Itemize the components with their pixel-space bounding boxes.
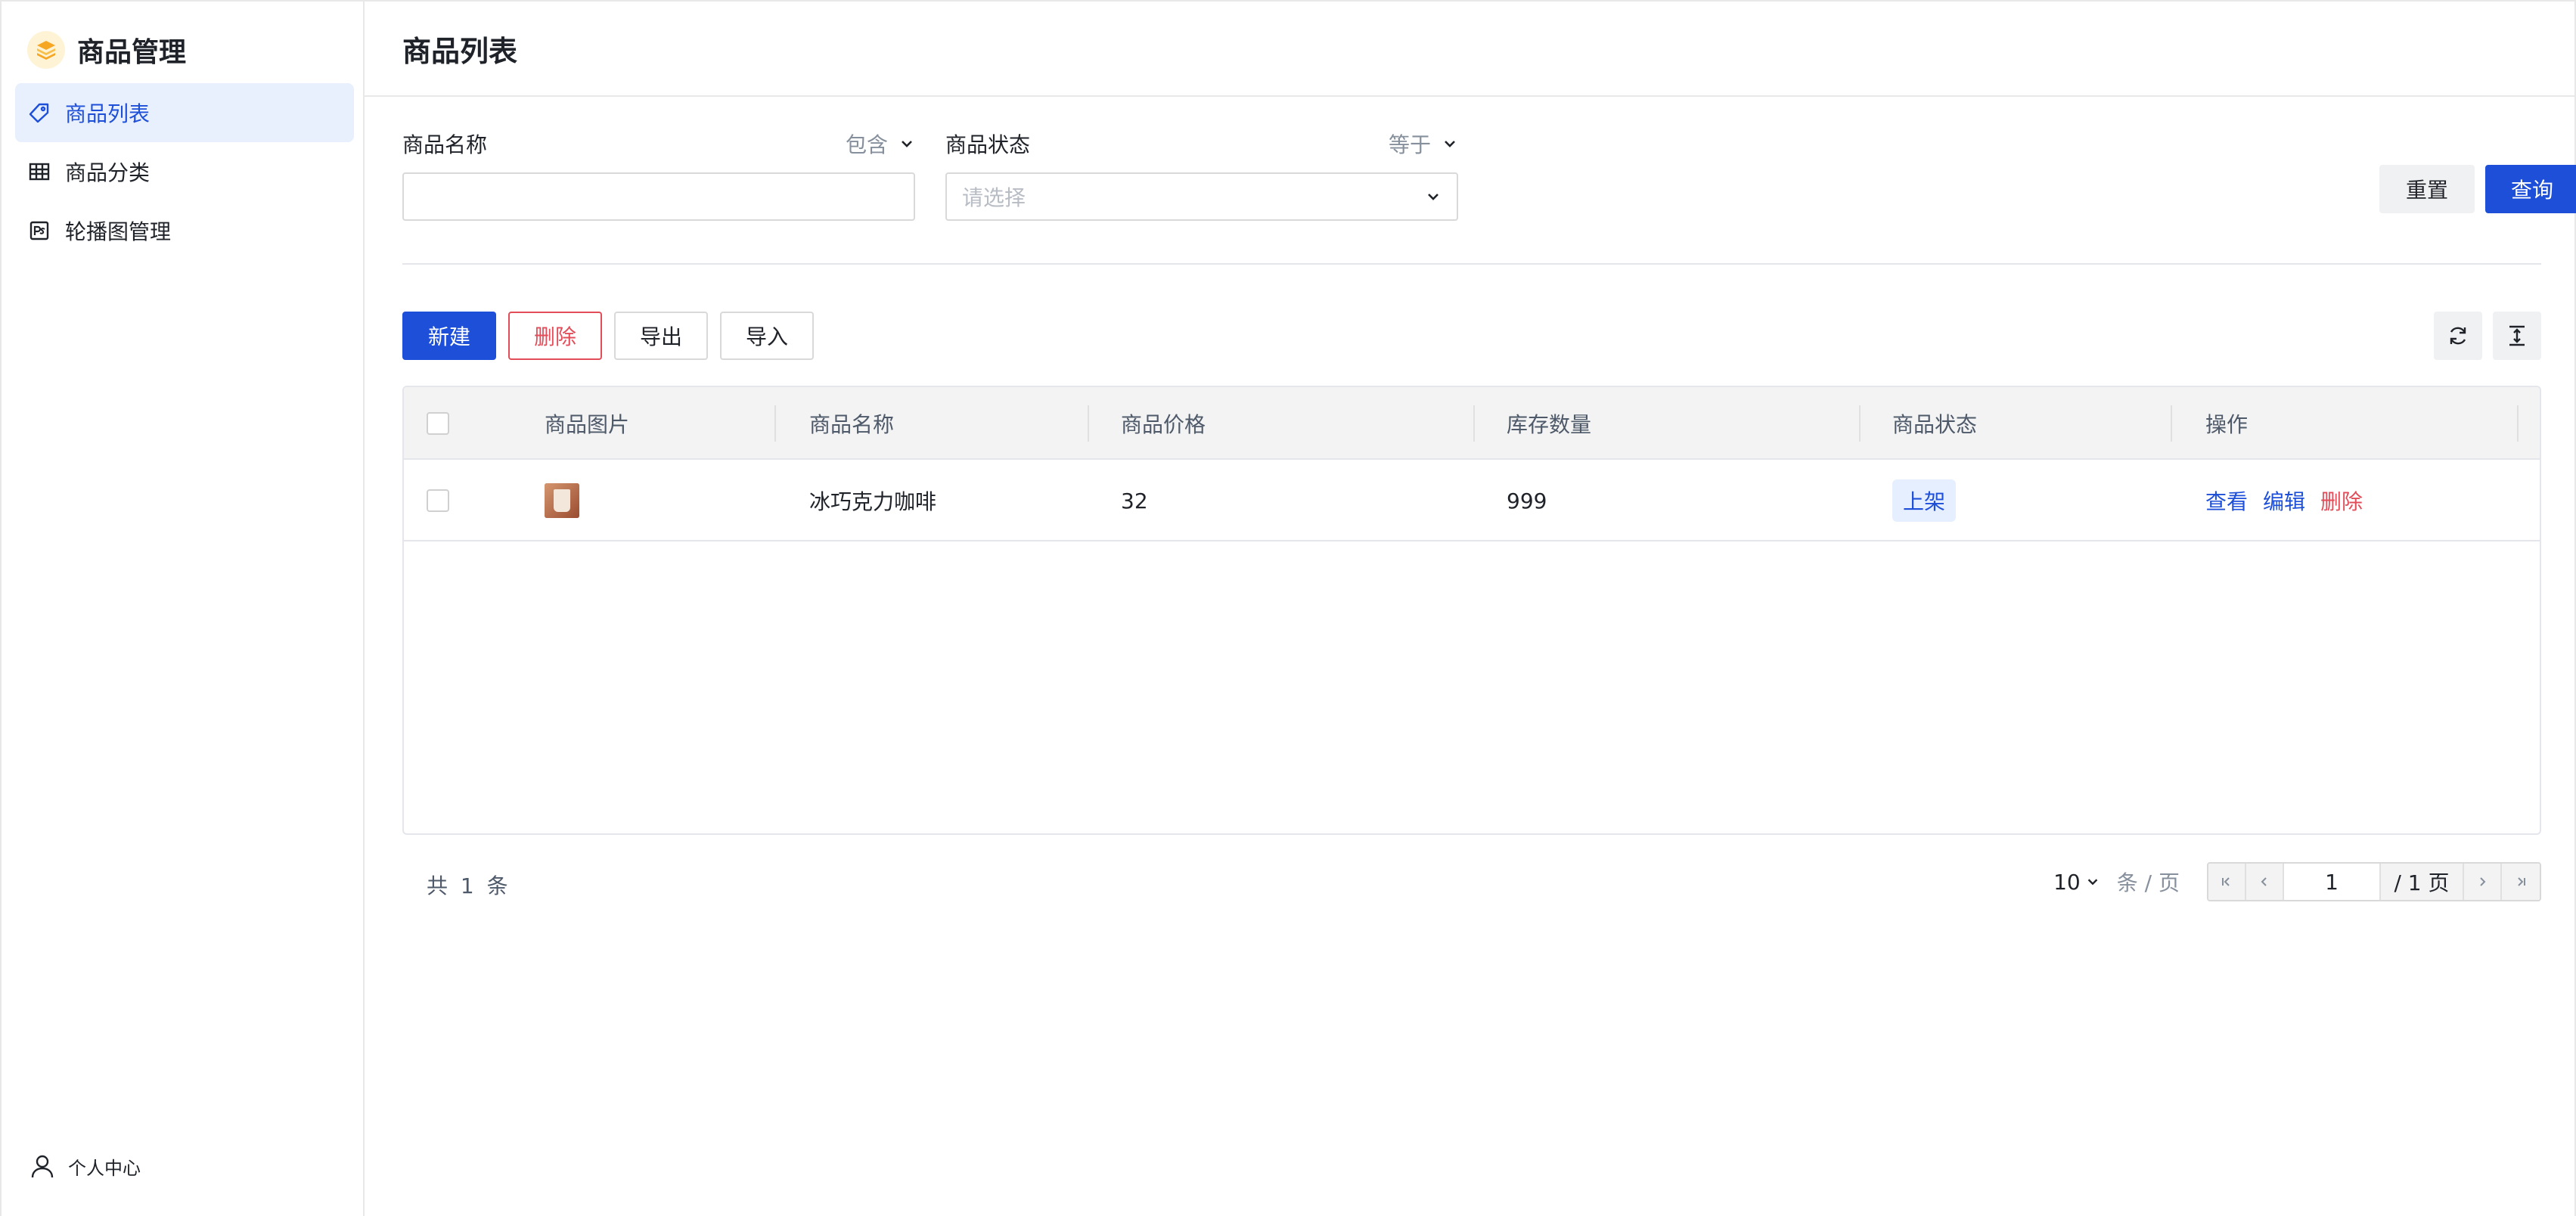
chevron-left-icon [2261, 877, 2267, 886]
page-title: 商品列表 [402, 34, 518, 68]
app-root: 商品管理 商品列表 商品分类 轮播图管理 个人中心 商品列表 商品名称 包含 商… [0, 0, 2576, 1216]
column-divider [2517, 405, 2519, 442]
column-header: 库存数量 [1507, 412, 1592, 437]
header-select-all[interactable] [427, 387, 449, 460]
view-link[interactable]: 查看 [2205, 485, 2248, 516]
density-button[interactable] [2493, 312, 2541, 360]
chevron-down-icon [2087, 879, 2098, 886]
last-page-button[interactable] [2502, 864, 2540, 900]
chevron-down-icon [1428, 194, 1439, 200]
actions-cell: 查看 编辑 删除 [2205, 460, 2378, 541]
status-badge: 上架 [1892, 479, 1957, 522]
page-size-value: 10 [2053, 869, 2081, 895]
page-controls: 1 / 1 页 [2207, 862, 2541, 901]
column-divider [2171, 405, 2172, 442]
page-number-input[interactable]: 1 [2284, 864, 2381, 900]
column-divider [1859, 405, 1861, 442]
line-height-icon [2509, 325, 2525, 346]
brand: 商品管理 [27, 27, 186, 73]
column-divider [1473, 405, 1475, 442]
product-name-input[interactable] [402, 172, 915, 221]
column-header: 商品价格 [1121, 412, 1206, 437]
page-size-select[interactable]: 10 [2053, 870, 2100, 895]
select-all-checkbox[interactable] [427, 412, 449, 435]
chevron-right-icon [2480, 877, 2486, 886]
page-header: 商品列表 [365, 2, 2574, 97]
profile-link[interactable]: 个人中心 [27, 1148, 141, 1184]
first-page-icon [2222, 877, 2230, 886]
product-status-cell: 上架 [1892, 460, 1957, 541]
pager: 10 条 / 页 1 / 1 页 [2053, 862, 2541, 901]
delete-link[interactable]: 删除 [2320, 485, 2363, 516]
column-header: 商品图片 [545, 412, 630, 437]
total-pages-label: / 1 页 [2381, 864, 2464, 900]
edit-link[interactable]: 编辑 [2263, 485, 2305, 516]
operator-label: 等于 [1388, 132, 1431, 157]
sidebar-item-label: 轮播图管理 [65, 219, 172, 244]
operator-label: 包含 [845, 132, 888, 157]
table-toolbar: 新建 删除 导出 导入 [402, 312, 2541, 361]
sidebar-item-label: 商品分类 [65, 160, 151, 185]
table-header: 商品图片 商品名称 商品价格 库存数量 商品状态 操作 [404, 387, 2540, 460]
filter-product-name: 商品名称 包含 [402, 123, 915, 221]
reset-button[interactable]: 重置 [2379, 165, 2475, 213]
new-button[interactable]: 新建 [402, 312, 496, 360]
prev-page-button[interactable] [2246, 864, 2284, 900]
pagination-bar: 共 1 条 10 条 / 页 1 / 1 页 [402, 839, 2541, 915]
chevron-down-icon [1445, 141, 1455, 147]
sidebar-nav: 商品列表 商品分类 轮播图管理 [15, 83, 354, 260]
product-table: 商品图片 商品名称 商品价格 库存数量 商品状态 操作 冰巧克力咖啡 32 99… [402, 386, 2541, 835]
row-checkbox[interactable] [427, 489, 449, 512]
grid-icon [27, 160, 51, 184]
first-page-button[interactable] [2208, 864, 2246, 900]
tag-icon [27, 101, 51, 125]
sidebar-item-label: 商品列表 [65, 101, 151, 126]
column-header: 商品名称 [809, 412, 895, 437]
sidebar-item-product-category[interactable]: 商品分类 [15, 142, 354, 201]
next-page-button[interactable] [2464, 864, 2502, 900]
coffee-cup-icon [554, 489, 570, 512]
refresh-icon [2450, 327, 2466, 345]
product-price-cell: 32 [1121, 488, 1148, 513]
batch-delete-button[interactable]: 删除 [508, 312, 602, 360]
filter-label: 商品状态 [945, 132, 1031, 157]
profile-label: 个人中心 [68, 1157, 141, 1179]
product-stock-cell: 999 [1507, 488, 1547, 513]
chevron-down-icon [902, 141, 912, 147]
product-image-cell [545, 460, 579, 541]
filter-head: 商品状态 等于 [945, 123, 1458, 165]
user-icon [27, 1151, 57, 1181]
export-button[interactable]: 导出 [614, 312, 708, 360]
filter-label: 商品名称 [402, 132, 488, 157]
status-placeholder: 请选择 [962, 185, 1026, 210]
table-row: 冰巧克力咖啡 32 999 上架 查看 编辑 删除 [404, 460, 2540, 541]
operator-select[interactable]: 等于 [1389, 129, 1458, 159]
last-page-icon [2518, 877, 2525, 886]
column-divider [774, 405, 776, 442]
refresh-button[interactable] [2434, 312, 2482, 360]
brand-title: 商品管理 [77, 37, 187, 68]
sidebar-item-product-list[interactable]: 商品列表 [15, 83, 354, 142]
per-page-label: 条 / 页 [2116, 870, 2180, 895]
stack-logo-icon [27, 31, 65, 69]
product-name-cell: 冰巧克力咖啡 [809, 489, 937, 514]
column-divider [1088, 405, 1089, 442]
column-header: 操作 [2205, 412, 2249, 437]
total-count: 共 1 条 [427, 873, 508, 898]
query-button[interactable]: 查询 [2485, 165, 2576, 213]
main-content: 商品列表 商品名称 包含 商品状态 等于 请选择 重置 查询 新建 删除 导出 … [365, 0, 2576, 1216]
ps-image-icon [27, 219, 51, 243]
sidebar-item-banner-management[interactable]: 轮播图管理 [15, 201, 354, 260]
row-select-cell [427, 460, 449, 541]
filter-product-status: 商品状态 等于 请选择 [945, 123, 1458, 221]
product-status-select[interactable]: 请选择 [945, 172, 1458, 221]
product-thumbnail[interactable] [545, 483, 579, 518]
filter-panel: 商品名称 包含 商品状态 等于 请选择 重置 查询 [402, 123, 2576, 265]
import-button[interactable]: 导入 [720, 312, 814, 360]
filter-head: 商品名称 包含 [402, 123, 915, 165]
sidebar: 商品管理 商品列表 商品分类 轮播图管理 个人中心 [0, 0, 365, 1216]
column-header: 商品状态 [1892, 412, 1978, 437]
operator-select[interactable]: 包含 [846, 129, 915, 159]
